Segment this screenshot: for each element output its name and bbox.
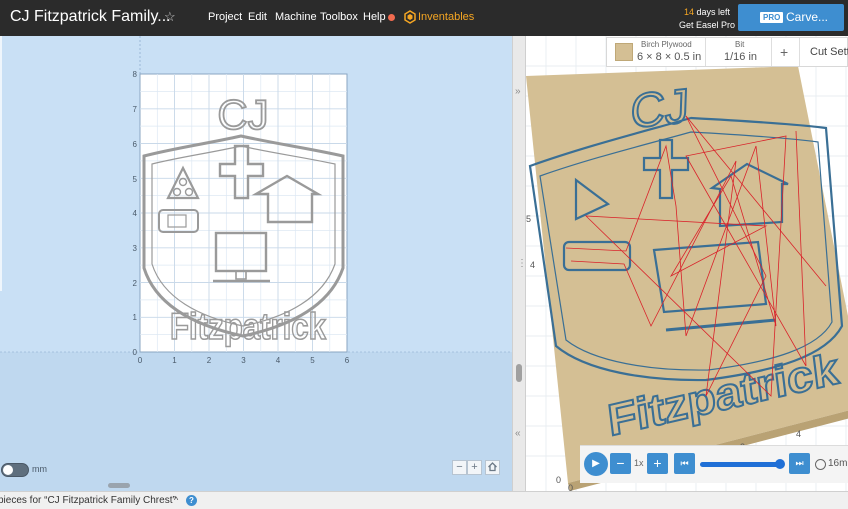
play-button[interactable]: ▶	[584, 452, 608, 476]
x-tick: 5	[310, 356, 315, 365]
add-bit-button[interactable]: +	[780, 44, 788, 60]
splitter-scroll-handle[interactable]	[516, 364, 522, 382]
carve-button[interactable]: PRO Carve...	[738, 4, 844, 31]
x-tick: 3	[241, 356, 246, 365]
expand-caret-icon[interactable]: ^	[174, 495, 178, 505]
bit-value[interactable]: 1/16 in	[724, 51, 757, 63]
clock-icon	[815, 459, 826, 470]
y-axis-ruler: 0 1 2 3 4 5 6 7 8	[133, 70, 138, 357]
y-tick: 1	[133, 313, 138, 322]
y-tick: 3	[133, 244, 138, 253]
preview-heading-text: CJ	[630, 79, 690, 139]
menu-machine[interactable]: Machine	[275, 11, 317, 23]
project-title[interactable]: CJ Fitzpatrick Family...	[10, 8, 171, 26]
collapse-left-icon[interactable]: «	[515, 428, 521, 439]
zoom-out-button[interactable]: −	[452, 460, 467, 475]
x-axis-ruler: 0 1 2 3 4 5 6	[138, 356, 350, 365]
preview-axis-label: 4	[530, 260, 535, 270]
menu-toolbox[interactable]: Toolbox	[320, 11, 358, 23]
speed-value: 1x	[634, 458, 644, 468]
y-tick: 7	[133, 105, 138, 114]
material-swatch[interactable]	[615, 43, 633, 61]
preview-axis-label: 0	[568, 483, 573, 491]
left-ruler-strip	[0, 36, 2, 291]
design-workspace-svg[interactable]: CJ Fitzpatrick 0 1 2 3 4 5 6 7 8 0 1 2 3…	[0, 36, 512, 491]
unit-toggle[interactable]	[1, 463, 29, 477]
unit-toggle-label: mm	[32, 464, 47, 474]
design-canvas[interactable]: CJ Fitzpatrick 0 1 2 3 4 5 6 7 8 0 1 2 3…	[0, 36, 512, 491]
y-tick: 4	[133, 209, 138, 218]
carve-preview[interactable]: CJ Fitzpatrick 5 4 0 0 4 2 Birch Plywood…	[526, 36, 848, 491]
material-panel: Birch Plywood 6 × 8 × 0.5 in Bit 1/16 in…	[606, 37, 848, 67]
get-pro-link[interactable]: Get Easel Pro	[679, 20, 735, 30]
x-tick: 6	[345, 356, 350, 365]
x-tick: 1	[172, 356, 177, 365]
pane-splitter[interactable]: » ⋮ «	[512, 36, 527, 491]
y-tick: 2	[133, 279, 138, 288]
workpieces-label[interactable]: pieces for “CJ Fitzpatrick Family Chrest…	[0, 495, 176, 506]
trial-days-text: days left	[696, 7, 731, 17]
design-name-text: Fitzpatrick	[170, 306, 326, 347]
zoom-in-button[interactable]: +	[467, 460, 482, 475]
x-tick: 0	[138, 356, 143, 365]
simulation-playback-bar: ▶ − 1x + ⏮ ⏭ 16mi	[580, 445, 848, 483]
home-view-button[interactable]	[485, 460, 500, 475]
preview-axis-label: 4	[796, 429, 801, 439]
easel-app: CJ Fitzpatrick Family... ☆ Project Edit …	[0, 0, 848, 509]
notification-dot-icon	[388, 14, 395, 21]
material-dimensions[interactable]: 6 × 8 × 0.5 in	[637, 51, 701, 63]
trial-days-number: 14	[684, 7, 695, 17]
cut-settings-button[interactable]: Cut Setti	[810, 46, 848, 58]
panel-divider	[705, 38, 706, 66]
preview-axis-label: 5	[526, 214, 531, 224]
horizontal-scrollbar[interactable]	[108, 483, 130, 488]
star-icon[interactable]: ☆	[164, 9, 176, 25]
speed-down-button[interactable]: −	[610, 453, 631, 474]
panel-divider	[771, 38, 772, 66]
bit-label: Bit	[735, 40, 745, 49]
x-tick: 2	[207, 356, 212, 365]
progress-slider-knob[interactable]	[775, 459, 785, 469]
speed-up-button[interactable]: +	[647, 453, 668, 474]
unit-toggle-knob	[3, 465, 13, 475]
menu-project[interactable]: Project	[208, 11, 242, 23]
collapse-right-icon[interactable]: »	[515, 86, 521, 97]
top-bar: CJ Fitzpatrick Family... ☆ Project Edit …	[0, 0, 848, 36]
help-icon[interactable]: ?	[186, 495, 197, 506]
inventables-link[interactable]: Inventables	[418, 11, 474, 23]
estimated-time: 16mi	[828, 458, 848, 469]
design-heading-text: CJ	[217, 91, 268, 138]
trial-days-left: 14 days left	[684, 7, 730, 17]
menu-edit[interactable]: Edit	[248, 11, 267, 23]
y-tick: 8	[133, 70, 138, 79]
preview-3d-svg[interactable]: CJ Fitzpatrick 5 4 0 0 4 2	[526, 36, 848, 491]
preview-axis-label: 0	[556, 475, 561, 485]
material-name[interactable]: Birch Plywood	[641, 40, 692, 49]
home-icon	[488, 462, 497, 472]
x-tick: 4	[276, 356, 281, 365]
pro-badge: PRO	[760, 12, 784, 23]
workpieces-bar[interactable]: pieces for “CJ Fitzpatrick Family Chrest…	[0, 491, 848, 509]
skip-forward-button[interactable]: ⏭	[789, 453, 810, 474]
progress-slider[interactable]	[700, 462, 780, 467]
y-tick: 6	[133, 140, 138, 149]
skip-back-button[interactable]: ⏮	[674, 453, 695, 474]
panel-divider	[799, 38, 800, 66]
menu-help[interactable]: Help	[363, 11, 386, 23]
y-tick: 5	[133, 175, 138, 184]
carve-label: Carve...	[786, 10, 829, 24]
inventables-logo-icon	[404, 10, 416, 24]
